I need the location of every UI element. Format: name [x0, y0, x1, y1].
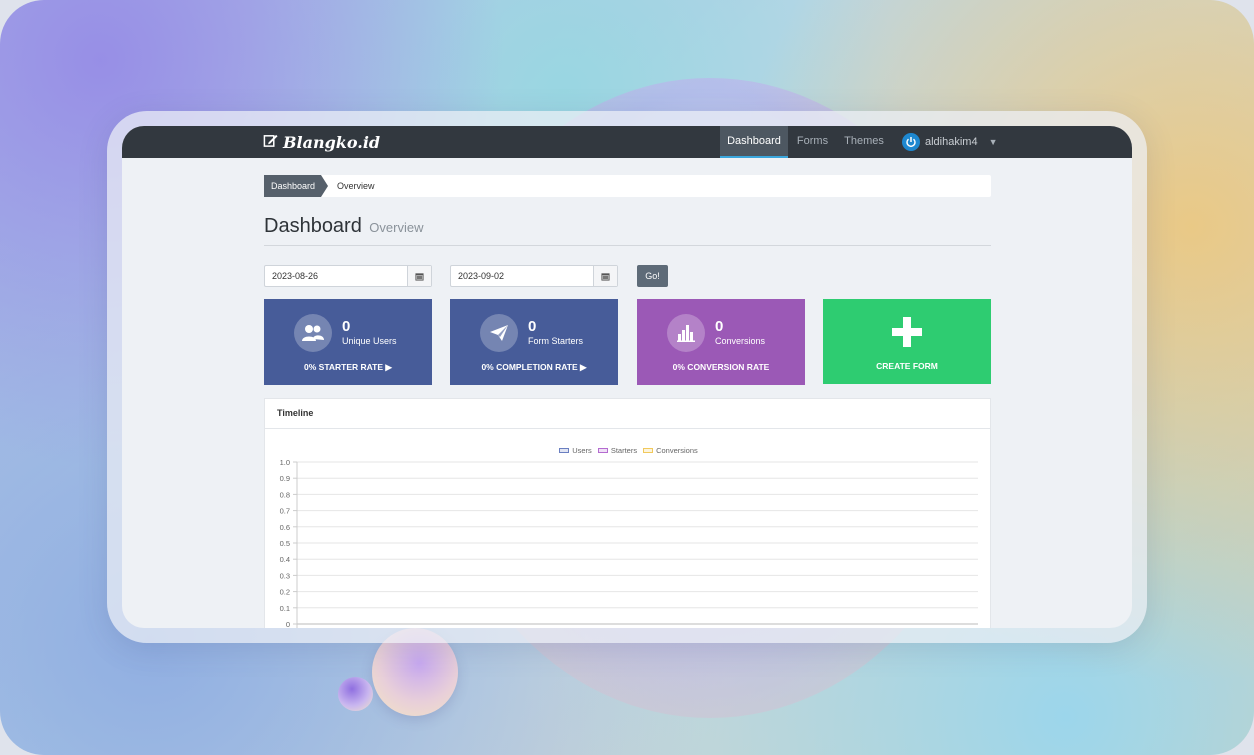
- y-tick-label: 0.4: [280, 555, 290, 564]
- nav-themes[interactable]: Themes: [838, 126, 890, 158]
- top-navbar: Blangko.id Dashboard Forms Themes aldiha…: [122, 126, 1132, 158]
- edit-icon: [263, 133, 278, 152]
- legend-swatch: [643, 448, 654, 453]
- create-form-label: CREATE FORM: [876, 361, 938, 371]
- stat-rate-label: 0% COMPLETION RATE: [481, 362, 578, 372]
- start-date-value: 2023-08-26: [272, 271, 319, 281]
- stat-value: 0: [528, 318, 537, 335]
- breadcrumb: Dashboard Overview: [264, 175, 991, 197]
- stat-label: Conversions: [715, 336, 766, 346]
- stat-value: 0: [715, 318, 724, 335]
- y-tick-label: 0.2: [280, 588, 290, 597]
- user-menu[interactable]: aldihakim4 ▼: [902, 126, 998, 158]
- y-tick-label: 0.8: [280, 490, 290, 499]
- page-title: Dashboard: [264, 215, 362, 237]
- breadcrumb-current: Overview: [337, 181, 375, 191]
- bar-chart-icon: [667, 314, 705, 352]
- legend-swatch: [559, 448, 570, 453]
- end-date-value: 2023-09-02: [458, 271, 505, 281]
- legend-swatch: [597, 448, 608, 453]
- stat-value: 0: [342, 318, 351, 335]
- go-button[interactable]: Go!: [637, 265, 668, 287]
- decorative-bubble-small: [338, 677, 373, 711]
- users-icon: [294, 314, 332, 352]
- calendar-icon[interactable]: [593, 266, 617, 286]
- timeline-panel: Timeline Users Starters Conversions 1.0 0.9…: [264, 398, 991, 628]
- y-tick-label: 0.6: [280, 523, 290, 532]
- user-name: aldihakim4: [925, 136, 978, 148]
- start-date-field[interactable]: 2023-08-26: [264, 265, 432, 287]
- caret-down-icon: ▼: [988, 137, 998, 147]
- brand-text: Blangko.id: [283, 132, 381, 152]
- y-tick-label: 0.5: [280, 539, 290, 548]
- calendar-icon[interactable]: [407, 266, 431, 286]
- y-tick-label: 1.0: [280, 458, 290, 467]
- power-icon: [902, 133, 920, 151]
- arrow-right-icon: ▶: [580, 362, 587, 372]
- stat-card-form-starters[interactable]: 0 Form Starters 0% COMPLETION RATE ▶: [450, 299, 618, 385]
- plus-icon: [892, 317, 922, 347]
- y-tick-label: 0.9: [280, 474, 290, 483]
- y-tick-label: 0.1: [280, 604, 290, 613]
- stat-rate[interactable]: 0% STARTER RATE ▶: [264, 362, 432, 373]
- brand-logo[interactable]: Blangko.id: [263, 132, 380, 152]
- stat-label: Form Starters: [528, 336, 584, 346]
- nav-dashboard[interactable]: Dashboard: [720, 126, 788, 158]
- app-screen: Blangko.id Dashboard Forms Themes aldiha…: [122, 126, 1132, 628]
- nav-forms[interactable]: Forms: [790, 126, 835, 158]
- arrow-right-icon: ▶: [385, 362, 392, 372]
- end-date-field[interactable]: 2023-09-02: [450, 265, 618, 287]
- page-subtitle: Overview: [369, 220, 424, 235]
- timeline-chart: 1.0 0.9 0.8 0.7 0.6 0.5 0.4 0.3 0.2 0.1 0: [280, 458, 978, 628]
- page-header: Dashboard Overview: [264, 215, 991, 246]
- create-form-button[interactable]: CREATE FORM: [823, 299, 991, 384]
- y-tick-label: 0.7: [280, 507, 290, 516]
- stat-label: Unique Users: [342, 336, 397, 346]
- stat-rate[interactable]: 0% COMPLETION RATE ▶: [450, 362, 618, 373]
- breadcrumb-dashboard[interactable]: Dashboard: [264, 175, 328, 197]
- timeline-title: Timeline: [265, 399, 990, 429]
- y-tick-label: 0: [286, 620, 290, 628]
- paper-plane-icon: [480, 314, 518, 352]
- stat-rate-label: 0% STARTER RATE: [304, 362, 384, 372]
- y-tick-label: 0.3: [280, 571, 290, 580]
- stat-rate[interactable]: 0% CONVERSION RATE: [637, 362, 805, 372]
- stat-card-conversions[interactable]: 0 Conversions 0% CONVERSION RATE: [637, 299, 805, 385]
- stat-card-unique-users[interactable]: 0 Unique Users 0% STARTER RATE ▶: [264, 299, 432, 385]
